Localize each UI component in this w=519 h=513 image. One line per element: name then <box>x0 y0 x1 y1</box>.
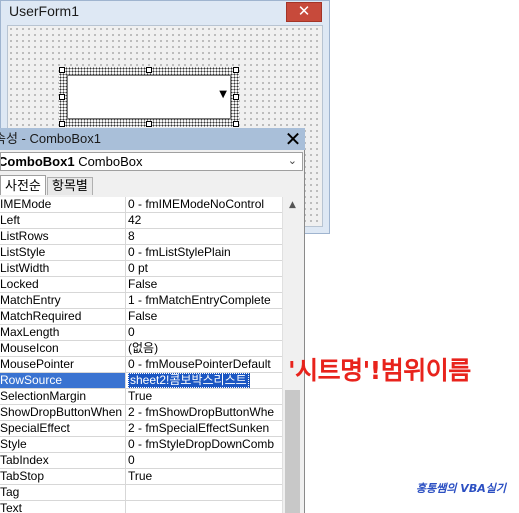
property-row[interactable]: TabStop True <box>0 469 282 485</box>
property-row[interactable]: RowSource sheet2!콤보박스리스트 <box>0 373 282 389</box>
property-row[interactable]: ListWidth 0 pt <box>0 261 282 277</box>
property-row[interactable]: MatchRequired False <box>0 309 282 325</box>
property-value[interactable]: 0 - fmIMEModeNoControl <box>128 197 282 212</box>
property-value[interactable]: 42 <box>128 213 282 228</box>
rowsource-annotation: '시트명'!범위이름 <box>288 356 471 385</box>
tab-alphabetic[interactable]: 사전순 <box>0 175 46 195</box>
property-row[interactable]: MaxLength 0 <box>0 325 282 341</box>
userform-close-button[interactable]: ✕ <box>286 2 322 22</box>
resize-handle-right[interactable] <box>233 94 239 100</box>
property-value[interactable]: 1 - fmMatchEntryComplete <box>128 293 282 308</box>
resize-handle-top[interactable] <box>146 67 152 73</box>
combobox-selection-frame[interactable]: ▼ <box>59 67 239 127</box>
property-name[interactable]: Tag <box>0 485 126 500</box>
property-name[interactable]: SpecialEffect <box>0 421 126 436</box>
object-name: ComboBox1 <box>0 154 75 169</box>
property-value[interactable] <box>128 485 282 500</box>
chevron-down-icon: ⌄ <box>287 155 297 167</box>
property-row[interactable]: Left 42 <box>0 213 282 229</box>
properties-title: 속성 - ComboBox1 <box>0 128 305 150</box>
properties-tabs: 사전순 항목별 <box>0 175 305 195</box>
property-name[interactable]: Locked <box>0 277 126 292</box>
property-name[interactable]: Left <box>0 213 126 228</box>
property-value[interactable]: 0 <box>128 325 282 340</box>
object-type: ComboBox <box>78 154 143 169</box>
property-row[interactable]: TabIndex 0 <box>0 453 282 469</box>
property-value[interactable]: 0 pt <box>128 261 282 276</box>
property-value[interactable]: True <box>128 469 282 484</box>
property-row[interactable]: MatchEntry 1 - fmMatchEntryComplete <box>0 293 282 309</box>
property-value[interactable]: 2 - fmSpecialEffectSunken <box>128 421 282 436</box>
property-name[interactable]: MatchEntry <box>0 293 126 308</box>
property-name[interactable]: RowSource <box>0 373 126 388</box>
watermark: 홍통쌤의 VBA실기 <box>416 482 506 495</box>
scroll-up-icon[interactable]: ▲ <box>283 197 302 214</box>
property-name[interactable]: MouseIcon <box>0 341 126 356</box>
property-name[interactable]: MaxLength <box>0 325 126 340</box>
close-icon: ✕ <box>284 127 302 151</box>
property-row[interactable]: IMEMode 0 - fmIMEModeNoControl <box>0 197 282 213</box>
object-selector[interactable]: ComboBox1 ComboBox ⌄ <box>0 152 303 171</box>
property-name[interactable]: IMEMode <box>0 197 126 212</box>
property-name[interactable]: Text <box>0 501 126 513</box>
resize-handle-bottom-right[interactable] <box>233 121 239 127</box>
property-name[interactable]: ShowDropButtonWhen <box>0 405 126 420</box>
property-row[interactable]: Locked False <box>0 277 282 293</box>
property-value[interactable]: 2 - fmShowDropButtonWhe <box>128 405 282 420</box>
resize-handle-left[interactable] <box>59 94 65 100</box>
property-row[interactable]: MouseIcon (없음) <box>0 341 282 357</box>
property-grid: IMEMode 0 - fmIMEModeNoControl Left 42 ListR… <box>0 197 282 513</box>
property-value-editor[interactable]: sheet2!콤보박스리스트 <box>128 373 250 388</box>
properties-close-button[interactable]: ✕ <box>283 128 303 150</box>
property-row[interactable]: ListStyle 0 - fmListStylePlain <box>0 245 282 261</box>
property-row[interactable]: ListRows 8 <box>0 229 282 245</box>
property-value[interactable]: sheet2!콤보박스리스트 <box>128 373 282 388</box>
property-value[interactable]: 0 <box>128 453 282 468</box>
property-name[interactable]: ListRows <box>0 229 126 244</box>
properties-window: 속성 - ComboBox1 ComboBox1 ComboBox ⌄ 사전순 … <box>0 128 305 513</box>
resize-handle-bottom[interactable] <box>146 121 152 127</box>
property-value[interactable] <box>128 501 282 513</box>
property-value[interactable]: False <box>128 277 282 292</box>
property-name[interactable]: SelectionMargin <box>0 389 126 404</box>
scrollbar-thumb[interactable] <box>285 390 300 513</box>
resize-handle-top-left[interactable] <box>59 67 65 73</box>
property-row[interactable]: SelectionMargin True <box>0 389 282 405</box>
property-value[interactable]: (없음) <box>128 341 282 356</box>
property-value[interactable]: 8 <box>128 229 282 244</box>
property-value[interactable]: 0 - fmMousePointerDefault <box>128 357 282 372</box>
property-name[interactable]: MousePointer <box>0 357 126 372</box>
property-row[interactable]: Text <box>0 501 282 513</box>
property-value[interactable]: 0 - fmStyleDropDownComb <box>128 437 282 452</box>
tab-categorized[interactable]: 항목별 <box>47 177 93 195</box>
property-name[interactable]: ListStyle <box>0 245 126 260</box>
property-row[interactable]: Tag <box>0 485 282 501</box>
property-value[interactable]: False <box>128 309 282 324</box>
property-row[interactable]: SpecialEffect 2 - fmSpecialEffectSunken <box>0 421 282 437</box>
property-value[interactable]: 0 - fmListStylePlain <box>128 245 282 260</box>
property-name[interactable]: TabStop <box>0 469 126 484</box>
property-name[interactable]: Style <box>0 437 126 452</box>
resize-handle-bottom-left[interactable] <box>59 121 65 127</box>
property-value[interactable]: True <box>128 389 282 404</box>
property-row[interactable]: ShowDropButtonWhen 2 - fmShowDropButtonWh… <box>0 405 282 421</box>
userform-title: UserForm1 <box>9 3 80 19</box>
property-name[interactable]: ListWidth <box>0 261 126 276</box>
property-name[interactable]: MatchRequired <box>0 309 126 324</box>
property-row[interactable]: Style 0 - fmStyleDropDownComb <box>0 437 282 453</box>
property-row[interactable]: MousePointer 0 - fmMousePointerDefault <box>0 357 282 373</box>
combobox-control[interactable]: ▼ <box>67 75 231 119</box>
dropdown-arrow-icon: ▼ <box>219 89 227 100</box>
resize-handle-top-right[interactable] <box>233 67 239 73</box>
close-icon: ✕ <box>297 2 311 20</box>
property-name[interactable]: TabIndex <box>0 453 126 468</box>
